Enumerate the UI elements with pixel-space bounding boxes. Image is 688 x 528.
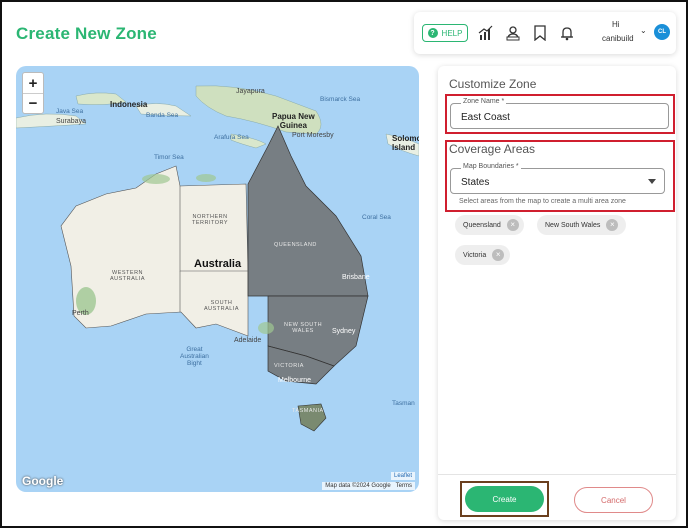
- chevron-down-icon[interactable]: ⌄: [640, 26, 647, 35]
- state-label-nsw: NEW SOUTH WALES: [284, 322, 323, 334]
- place-java-sea: Java Sea: [56, 108, 84, 115]
- place-arafura-sea: Arafura Sea: [214, 134, 249, 141]
- user-greeting: Hi: [612, 20, 620, 29]
- help-button[interactable]: ? HELP: [422, 24, 468, 42]
- leaflet-link[interactable]: Leaflet: [390, 472, 415, 480]
- google-logo: Google: [22, 474, 64, 488]
- chip-victoria: Victoria ×: [455, 245, 510, 265]
- place-brisbane: Brisbane: [342, 274, 370, 281]
- state-label-nt: NORTHERN TERRITORY: [192, 214, 229, 226]
- state-label-sa: SOUTH AUSTRALIA: [204, 300, 240, 312]
- app-window: Create New Zone ? HELP Hi canibuild ⌄ CL: [0, 0, 688, 528]
- state-label-qld: QUEENSLAND: [274, 242, 317, 248]
- place-adelaide: Adelaide: [234, 337, 262, 344]
- chip-label: New South Wales: [545, 221, 601, 229]
- zoom-control: + −: [22, 72, 44, 114]
- remove-chip-icon[interactable]: ×: [606, 219, 619, 231]
- country-label: Australia: [194, 258, 242, 270]
- map-view[interactable]: + − Australia NORTHERN TERRITORY WESTERN…: [16, 66, 419, 492]
- place-sydney: Sydney: [332, 328, 356, 335]
- user-name[interactable]: canibuild: [602, 34, 634, 43]
- place-bismarck-sea: Bismarck Sea: [320, 96, 361, 103]
- place-solomon-islands: Solomo Island: [392, 134, 419, 152]
- avatar[interactable]: CL: [654, 24, 670, 40]
- remove-chip-icon[interactable]: ×: [506, 219, 519, 231]
- place-perth: Perth: [72, 310, 89, 317]
- cancel-button[interactable]: Cancel: [574, 487, 653, 513]
- place-jayapura: Jayapura: [236, 88, 265, 95]
- zoom-out-button[interactable]: −: [23, 93, 43, 113]
- place-indonesia: Indonesia: [110, 100, 148, 109]
- chip-queensland: Queensland ×: [455, 215, 524, 235]
- place-tasman: Tasman: [392, 400, 415, 407]
- place-timor-sea: Timor Sea: [154, 154, 184, 161]
- attribution-text: Map data ©2024 Google: [325, 483, 391, 489]
- place-banda-sea: Banda Sea: [146, 112, 179, 119]
- zone-settings-panel: [438, 66, 676, 520]
- coverage-areas-title: Coverage Areas: [449, 142, 536, 156]
- zoom-in-button[interactable]: +: [23, 73, 43, 93]
- chip-label: Queensland: [463, 221, 501, 229]
- zone-name-value: East Coast: [461, 112, 510, 123]
- page-title: Create New Zone: [16, 24, 157, 43]
- map-boundaries-value: States: [461, 177, 490, 188]
- boundaries-helper-text: Select areas from the map to create a mu…: [459, 198, 626, 205]
- place-melbourne: Melbourne: [278, 377, 312, 384]
- create-button[interactable]: Create: [465, 486, 544, 512]
- customize-zone-title: Customize Zone: [449, 77, 537, 91]
- place-coral-sea: Coral Sea: [362, 214, 391, 221]
- state-label-vic: VICTORIA: [274, 363, 304, 369]
- zone-name-label: Zone Name *: [461, 98, 507, 105]
- chart-icon[interactable]: [476, 23, 496, 43]
- map-attribution: Map data ©2024 Google Terms: [322, 482, 415, 490]
- bell-icon[interactable]: [557, 23, 577, 43]
- map-boundaries-select[interactable]: Map Boundaries * States: [450, 163, 665, 194]
- terms-link[interactable]: Terms: [396, 483, 412, 489]
- user-badge-icon[interactable]: [503, 23, 523, 43]
- dropdown-arrow-icon[interactable]: [648, 179, 656, 184]
- state-label-wa: WESTERN AUSTRALIA: [110, 270, 146, 282]
- panel-footer-divider: [438, 474, 676, 475]
- chip-label: Victoria: [463, 251, 487, 259]
- map-boundaries-label: Map Boundaries *: [461, 163, 521, 170]
- place-port-moresby: Port Moresby: [292, 132, 334, 139]
- zone-name-field[interactable]: Zone Name * East Coast: [450, 98, 669, 129]
- state-label-tas: TASMANIA: [292, 408, 324, 414]
- place-papua-new-guinea: Papua New Guinea: [272, 112, 315, 130]
- place-surabaya: Surabaya: [56, 118, 86, 125]
- help-label: HELP: [441, 28, 463, 38]
- question-icon: ?: [427, 28, 438, 38]
- bookmark-icon[interactable]: [530, 23, 550, 43]
- top-toolbar: ? HELP Hi canibuild ⌄ CL: [414, 12, 676, 54]
- chip-new-south-wales: New South Wales ×: [537, 215, 626, 235]
- create-button-highlight: Create: [460, 481, 549, 517]
- remove-chip-icon[interactable]: ×: [492, 249, 505, 261]
- place-great-australian-bight: Great Australian Bight: [180, 346, 209, 367]
